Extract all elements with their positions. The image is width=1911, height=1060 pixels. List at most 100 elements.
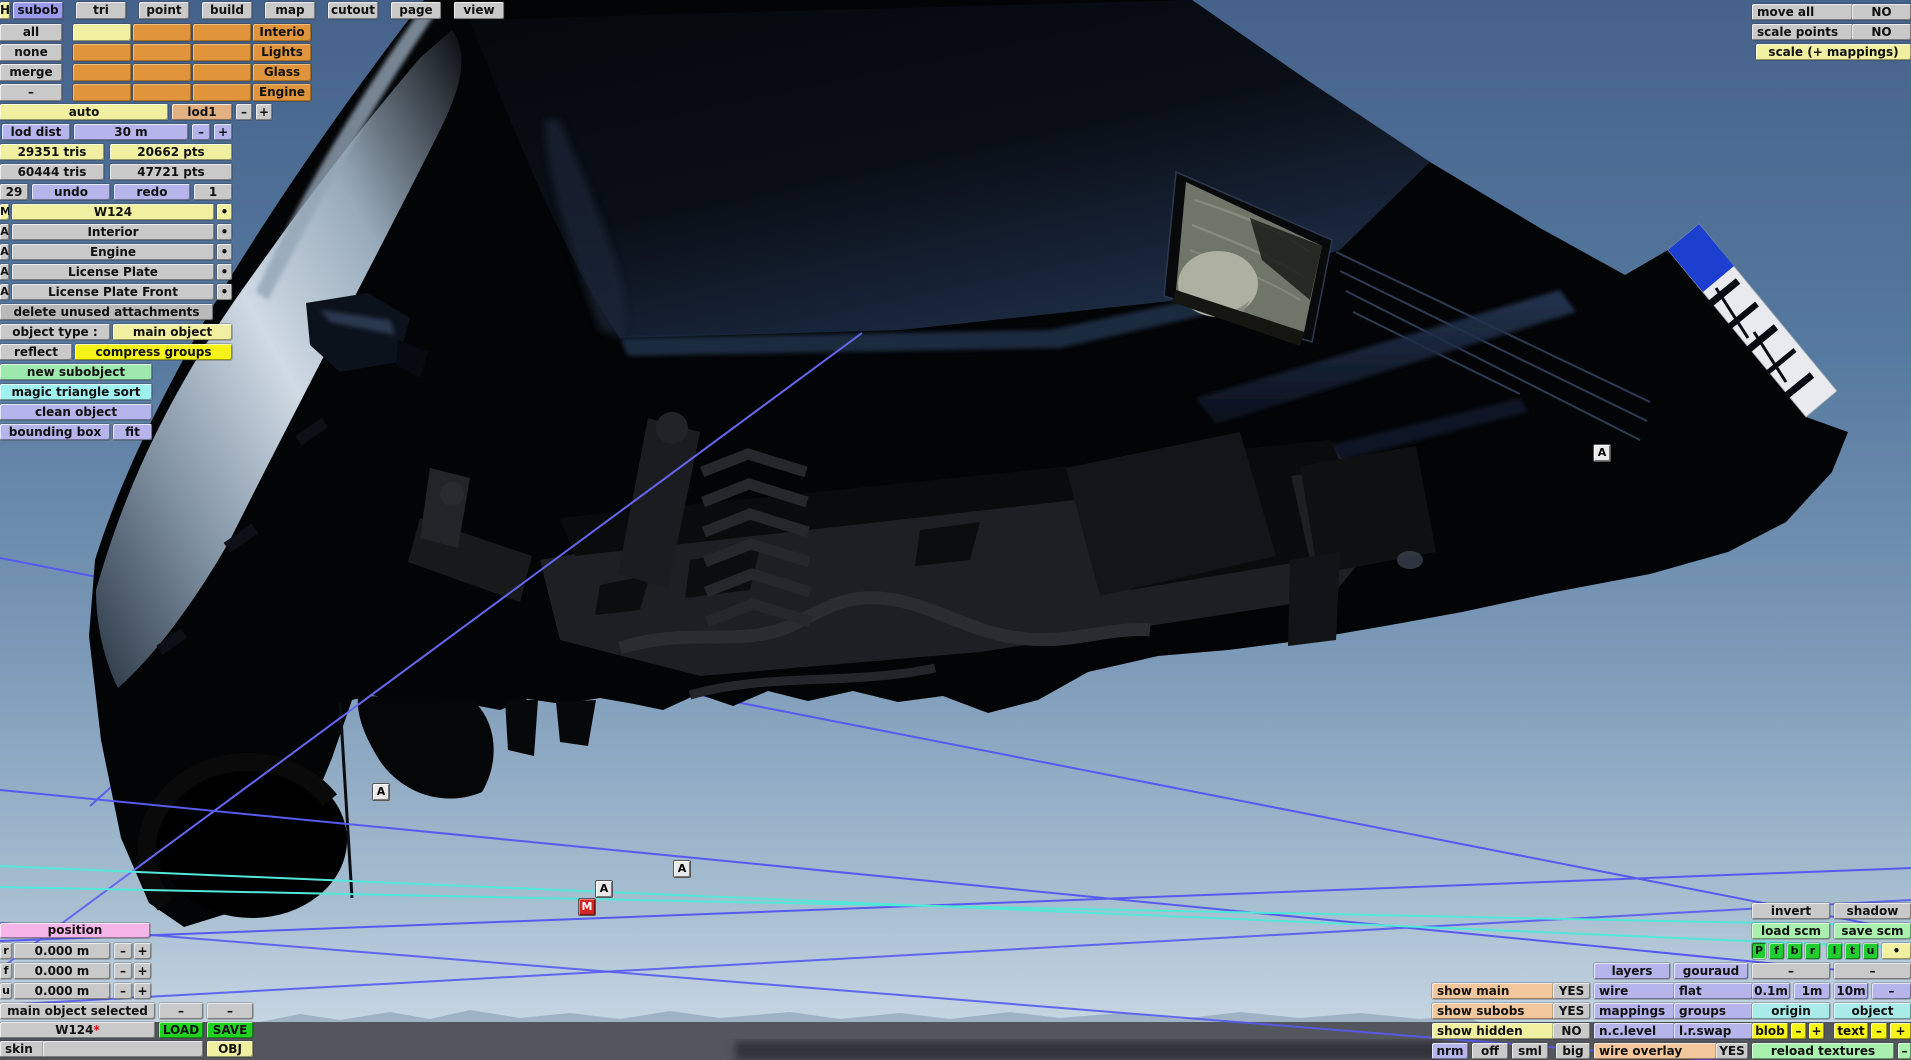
group-cell[interactable] — [193, 24, 251, 41]
status-dash-button[interactable]: – — [159, 1003, 203, 1019]
blob-plus-button[interactable]: + — [1809, 1023, 1824, 1039]
position-u-plus-button[interactable]: + — [134, 983, 151, 999]
grid-1m-button[interactable]: 1m — [1794, 983, 1830, 999]
tab-subob[interactable]: subob — [13, 2, 63, 19]
tab-tri[interactable]: tri — [76, 2, 126, 19]
object-dot-button[interactable]: • — [217, 284, 232, 300]
group-cell[interactable] — [193, 84, 251, 101]
nrm-sml-button[interactable]: sml — [1512, 1043, 1548, 1059]
invert-button[interactable]: invert — [1752, 903, 1830, 919]
group-cell[interactable] — [73, 64, 131, 81]
position-r-value[interactable]: 0.000 m — [14, 943, 110, 959]
load-button[interactable]: LOAD — [159, 1022, 203, 1038]
nrm-button[interactable]: nrm — [1432, 1043, 1468, 1059]
position-f-minus-button[interactable]: – — [114, 963, 132, 979]
grid-01m-button[interactable]: 0.1m — [1752, 983, 1790, 999]
tab-point[interactable]: point — [139, 2, 189, 19]
load-scm-button[interactable]: load scm — [1752, 923, 1830, 939]
lod-auto-button[interactable]: auto — [0, 104, 168, 120]
group-cell[interactable] — [133, 24, 191, 41]
group-cell[interactable] — [133, 44, 191, 61]
dash-button[interactable]: – — [1834, 963, 1911, 979]
position-r-plus-button[interactable]: + — [134, 943, 151, 959]
position-f-value[interactable]: 0.000 m — [14, 963, 110, 979]
origin-button[interactable]: origin — [1752, 1003, 1830, 1019]
reload-dash-button[interactable]: – — [1898, 1043, 1911, 1059]
tab-view[interactable]: view — [454, 2, 504, 19]
skin-field[interactable] — [43, 1041, 203, 1057]
select-none-button[interactable]: none — [0, 44, 62, 61]
grid-10m-button[interactable]: 10m — [1834, 983, 1868, 999]
object-dot-button[interactable]: • — [217, 244, 232, 260]
group-cell[interactable] — [133, 84, 191, 101]
scm-flag-b[interactable]: b — [1787, 943, 1802, 959]
scm-flag-t[interactable]: t — [1845, 943, 1860, 959]
object-dot-button[interactable]: • — [217, 204, 232, 220]
wire-button[interactable]: wire — [1594, 983, 1675, 999]
tab-partial-h[interactable]: H — [0, 2, 10, 19]
magic-triangle-sort-button[interactable]: magic triangle sort — [0, 384, 152, 400]
object-row-license-plate-front[interactable]: License Plate Front — [12, 284, 214, 300]
position-u-value[interactable]: 0.000 m — [14, 983, 110, 999]
tab-map[interactable]: map — [265, 2, 315, 19]
text-button[interactable]: text — [1834, 1023, 1868, 1039]
tab-page[interactable]: page — [391, 2, 441, 19]
merge-button[interactable]: merge — [0, 64, 62, 81]
dash-button[interactable]: – — [1752, 963, 1830, 979]
compress-groups-button[interactable]: compress groups — [75, 344, 232, 360]
object-dot-button[interactable]: • — [217, 264, 232, 280]
scale-points-state[interactable]: NO — [1852, 24, 1911, 40]
tab-cutout[interactable]: cutout — [328, 2, 378, 19]
new-subobject-button[interactable]: new subobject — [0, 364, 152, 380]
lod-dist-plus-button[interactable]: + — [214, 124, 232, 140]
bounding-box-fit-button[interactable]: fit — [113, 424, 152, 440]
nrm-big-button[interactable]: big — [1556, 1043, 1590, 1059]
lod-minus-button[interactable]: – — [236, 104, 252, 120]
tab-build[interactable]: build — [202, 2, 252, 19]
position-u-minus-button[interactable]: – — [114, 983, 132, 999]
group-cell[interactable] — [193, 64, 251, 81]
group-glass-button[interactable]: Glass — [253, 64, 311, 81]
group-cell[interactable] — [73, 84, 131, 101]
group-cell[interactable] — [193, 44, 251, 61]
model-filename[interactable]: W124* — [0, 1022, 155, 1038]
move-all-state[interactable]: NO — [1852, 4, 1911, 20]
grid-dash-button[interactable]: – — [1872, 983, 1911, 999]
save-scm-button[interactable]: save scm — [1834, 923, 1911, 939]
group-cell-active[interactable] — [73, 24, 131, 41]
text-minus-button[interactable]: – — [1871, 1023, 1887, 1039]
nc-level-button[interactable]: n.c.level — [1594, 1023, 1675, 1039]
delete-unused-attachments-button[interactable]: delete unused attachments — [0, 304, 213, 320]
scm-dot-button[interactable]: • — [1882, 943, 1911, 959]
layers-button[interactable]: layers — [1594, 963, 1670, 979]
flat-button[interactable]: flat — [1674, 983, 1753, 999]
viewport-3d[interactable] — [0, 0, 1911, 1060]
scm-flag-p[interactable]: P — [1752, 943, 1766, 959]
position-f-plus-button[interactable]: + — [134, 963, 151, 979]
lod-dist-minus-button[interactable]: – — [192, 124, 210, 140]
select-dash-button[interactable]: – — [0, 84, 62, 101]
show-main-state[interactable]: YES — [1553, 983, 1590, 999]
mappings-button[interactable]: mappings — [1594, 1003, 1675, 1019]
object-dot-button[interactable]: • — [217, 224, 232, 240]
select-all-button[interactable]: all — [0, 24, 62, 41]
groups-button[interactable]: groups — [1674, 1003, 1753, 1019]
lod-plus-button[interactable]: + — [256, 104, 272, 120]
bounding-box-button[interactable]: bounding box — [0, 424, 110, 440]
group-cell[interactable] — [133, 64, 191, 81]
group-lights-button[interactable]: Lights — [253, 44, 311, 61]
nrm-off-button[interactable]: off — [1472, 1043, 1508, 1059]
reflect-button[interactable]: reflect — [0, 344, 72, 360]
show-subobs-toggle[interactable]: show subobs — [1432, 1003, 1554, 1019]
wire-overlay-toggle[interactable]: wire overlay — [1594, 1043, 1717, 1059]
object-row-main[interactable]: W124 — [12, 204, 214, 220]
show-main-toggle[interactable]: show main — [1432, 983, 1554, 999]
move-all-button[interactable]: move all — [1752, 4, 1853, 20]
clean-object-button[interactable]: clean object — [0, 404, 152, 420]
shading-mode-button[interactable]: gouraud — [1674, 963, 1748, 979]
object-row-interior[interactable]: Interior — [12, 224, 214, 240]
position-r-minus-button[interactable]: – — [114, 943, 132, 959]
lod-level-button[interactable]: lod1 — [172, 104, 232, 120]
scm-flag-l[interactable]: l — [1827, 943, 1842, 959]
lr-swap-button[interactable]: l.r.swap — [1674, 1023, 1753, 1039]
